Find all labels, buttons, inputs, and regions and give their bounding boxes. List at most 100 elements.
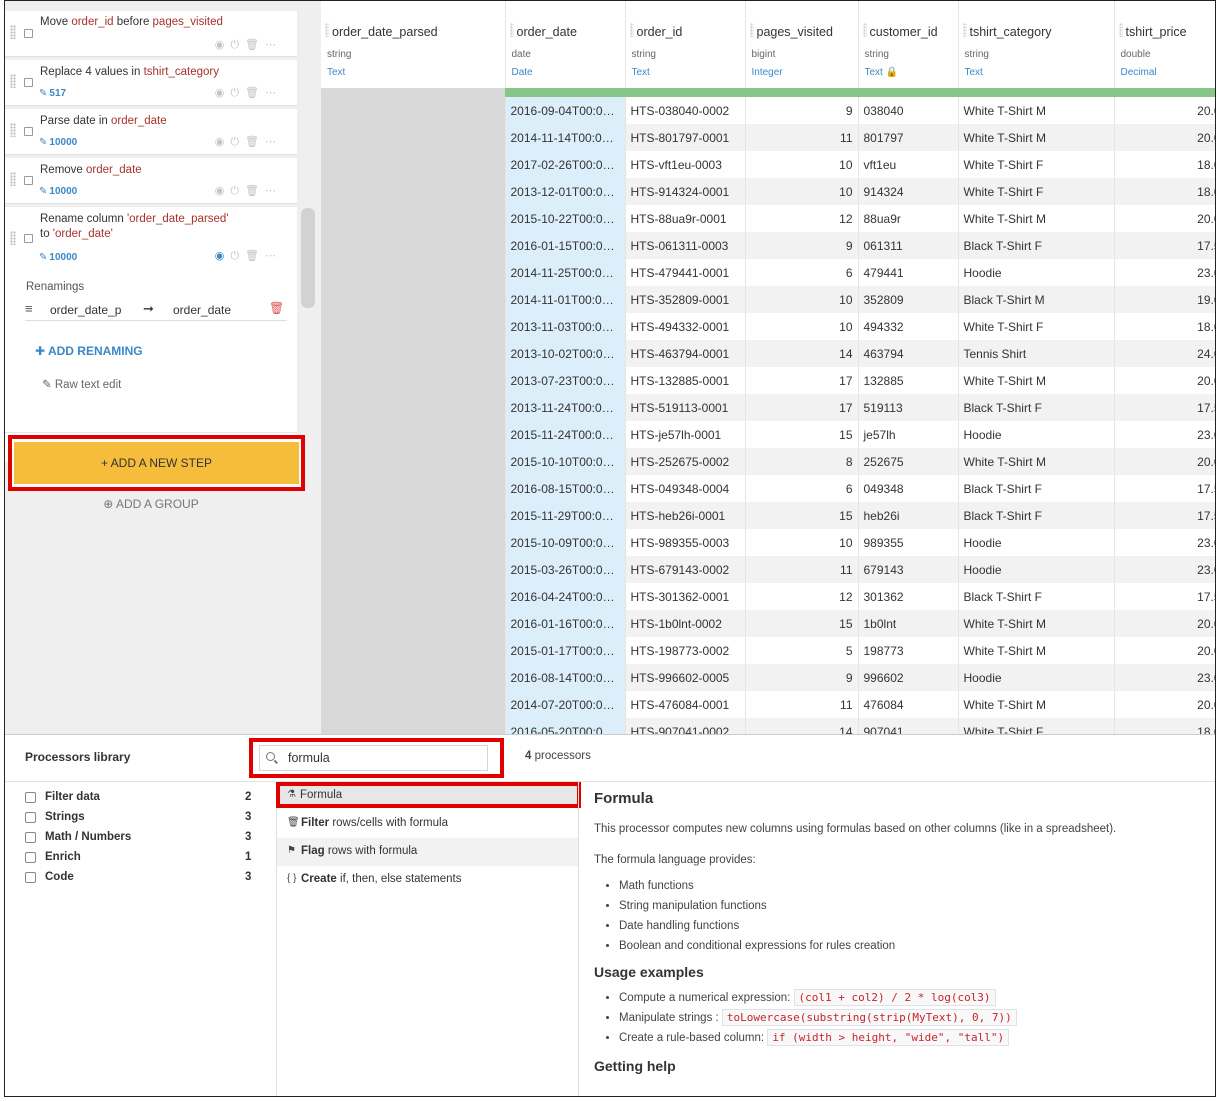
table-cell[interactable]: White T-Shirt M [958, 691, 1115, 718]
table-cell[interactable]: 20.0 [1114, 124, 1215, 151]
table-cell[interactable]: Hoodie [958, 556, 1115, 583]
step-item[interactable]: Parse date in order_date ✎ 10000 ◉⏻🗑⋯ [5, 109, 297, 155]
trash-icon[interactable]: 🗑 [245, 250, 265, 262]
table-cell[interactable]: 519113 [858, 394, 959, 421]
table-cell[interactable]: 989355 [858, 529, 959, 556]
step-checkbox[interactable] [24, 127, 33, 136]
table-cell[interactable]: 479441 [858, 259, 959, 286]
table-cell[interactable]: 2014-11-14T00:00:00 [505, 124, 626, 151]
table-cell[interactable]: 2013-10-02T00:00:00 [505, 340, 626, 367]
table-cell[interactable]: HTS-476084-0001 [625, 691, 746, 718]
table-cell[interactable]: je57lh [858, 421, 959, 448]
table-cell[interactable]: HTS-801797-0001 [625, 124, 746, 151]
table-cell[interactable]: 2015-10-22T00:00:00 [505, 205, 626, 232]
table-cell[interactable]: White T-Shirt M [958, 637, 1115, 664]
trash-icon[interactable]: 🗑 [245, 136, 265, 148]
table-cell[interactable] [321, 340, 506, 367]
table-cell[interactable]: 252675 [858, 448, 959, 475]
table-cell[interactable]: 2016-08-15T00:00:00 [505, 475, 626, 502]
table-cell[interactable] [321, 556, 506, 583]
table-cell[interactable]: 17 [745, 394, 859, 421]
table-cell[interactable]: HTS-1b0lnt-0002 [625, 610, 746, 637]
table-cell[interactable]: 14 [745, 340, 859, 367]
table-cell[interactable]: 18.0 [1114, 718, 1215, 734]
table-cell[interactable]: HTS-038040-0002 [625, 97, 746, 124]
table-cell[interactable]: 049348 [858, 475, 959, 502]
column-header[interactable]: tshirt_category string Text [958, 1, 1115, 88]
table-cell[interactable]: 2015-01-17T00:00:00 [505, 637, 626, 664]
column-drag-icon[interactable] [862, 23, 867, 37]
table-cell[interactable]: HTS-996602-0005 [625, 664, 746, 691]
step-checkbox[interactable] [24, 234, 33, 243]
table-cell[interactable]: Black T-Shirt F [958, 394, 1115, 421]
trash-icon[interactable]: 🗑 [245, 87, 265, 99]
rename-from[interactable]: order_date_p [50, 303, 121, 317]
column-drag-icon[interactable] [325, 23, 329, 37]
table-cell[interactable]: HTS-301362-0001 [625, 583, 746, 610]
table-cell[interactable] [321, 529, 506, 556]
table-cell[interactable]: 6 [745, 475, 859, 502]
step-checkbox[interactable] [24, 78, 33, 87]
table-cell[interactable]: 20.0 [1114, 637, 1215, 664]
step-item[interactable]: Move order_id before pages_visited ◉⏻🗑⋯ [5, 11, 297, 57]
column-meaning[interactable]: Integer [752, 67, 858, 78]
table-cell[interactable]: 2013-11-03T00:00:00 [505, 313, 626, 340]
category-checkbox[interactable] [25, 812, 36, 823]
table-cell[interactable]: heb26i [858, 502, 959, 529]
table-cell[interactable]: HTS-914324-0001 [625, 178, 746, 205]
table-cell[interactable]: 12 [745, 583, 859, 610]
table-cell[interactable]: HTS-907041-0002 [625, 718, 746, 734]
add-renaming-button[interactable]: ✚ ADD RENAMING [35, 344, 143, 358]
table-cell[interactable]: 2016-08-14T00:00:00 [505, 664, 626, 691]
add-group-button[interactable]: ⊕ ADD A GROUP [5, 497, 297, 511]
table-cell[interactable]: HTS-479441-0001 [625, 259, 746, 286]
eye-icon[interactable]: ◉ [215, 136, 231, 148]
column-meaning[interactable]: Text 🔒 [865, 67, 958, 78]
table-cell[interactable]: 88ua9r [858, 205, 959, 232]
table-cell[interactable]: 10 [745, 286, 859, 313]
column-meaning[interactable]: Date [512, 67, 625, 78]
table-cell[interactable]: 2013-07-23T00:00:00 [505, 367, 626, 394]
table-cell[interactable] [321, 475, 506, 502]
table-cell[interactable]: Hoodie [958, 259, 1115, 286]
table-cell[interactable]: HTS-049348-0004 [625, 475, 746, 502]
more-icon[interactable]: ⋯ [265, 39, 282, 51]
column-header[interactable]: order_date_parsed string Text [321, 1, 506, 88]
table-cell[interactable]: 907041 [858, 718, 959, 734]
table-cell[interactable]: 11 [745, 124, 859, 151]
table-cell[interactable]: White T-Shirt M [958, 97, 1115, 124]
table-cell[interactable]: White T-Shirt M [958, 205, 1115, 232]
power-icon[interactable]: ⏻ [230, 87, 245, 99]
table-cell[interactable] [321, 97, 506, 124]
table-cell[interactable]: Tennis Shirt [958, 340, 1115, 367]
step-item[interactable]: Replace 4 values in tshirt_category ✎ 517… [5, 60, 297, 106]
category-checkbox[interactable] [25, 792, 36, 803]
category-math-numbers[interactable]: Math / Numbers 3 [25, 830, 255, 850]
table-cell[interactable]: White T-Shirt M [958, 124, 1115, 151]
table-cell[interactable]: Black T-Shirt F [958, 583, 1115, 610]
table-cell[interactable]: 2015-10-09T00:00:00 [505, 529, 626, 556]
table-cell[interactable]: 2017-02-26T00:00:00 [505, 151, 626, 178]
table-cell[interactable]: 23.0 [1114, 421, 1215, 448]
table-cell[interactable]: 2016-09-04T00:00:00 [505, 97, 626, 124]
step-checkbox[interactable] [24, 176, 33, 185]
table-cell[interactable]: 2015-10-10T00:00:00 [505, 448, 626, 475]
processor-formula-selected[interactable]: ⚗ Formula [276, 782, 581, 808]
table-cell[interactable]: Hoodie [958, 664, 1115, 691]
table-cell[interactable]: 17.5 [1114, 232, 1215, 259]
table-cell[interactable]: HTS-heb26i-0001 [625, 502, 746, 529]
table-cell[interactable] [321, 502, 506, 529]
table-cell[interactable]: 9 [745, 664, 859, 691]
table-cell[interactable] [321, 448, 506, 475]
table-cell[interactable]: 15 [745, 421, 859, 448]
category-checkbox[interactable] [25, 872, 36, 883]
table-cell[interactable] [321, 124, 506, 151]
table-cell[interactable]: 15 [745, 502, 859, 529]
category-checkbox[interactable] [25, 832, 36, 843]
table-cell[interactable]: 17.5 [1114, 583, 1215, 610]
table-cell[interactable]: 17.5 [1114, 502, 1215, 529]
table-cell[interactable]: 2014-11-25T00:00:00 [505, 259, 626, 286]
table-cell[interactable]: 17.5 [1114, 475, 1215, 502]
table-cell[interactable]: HTS-519113-0001 [625, 394, 746, 421]
table-cell[interactable]: 2013-11-24T00:00:00 [505, 394, 626, 421]
